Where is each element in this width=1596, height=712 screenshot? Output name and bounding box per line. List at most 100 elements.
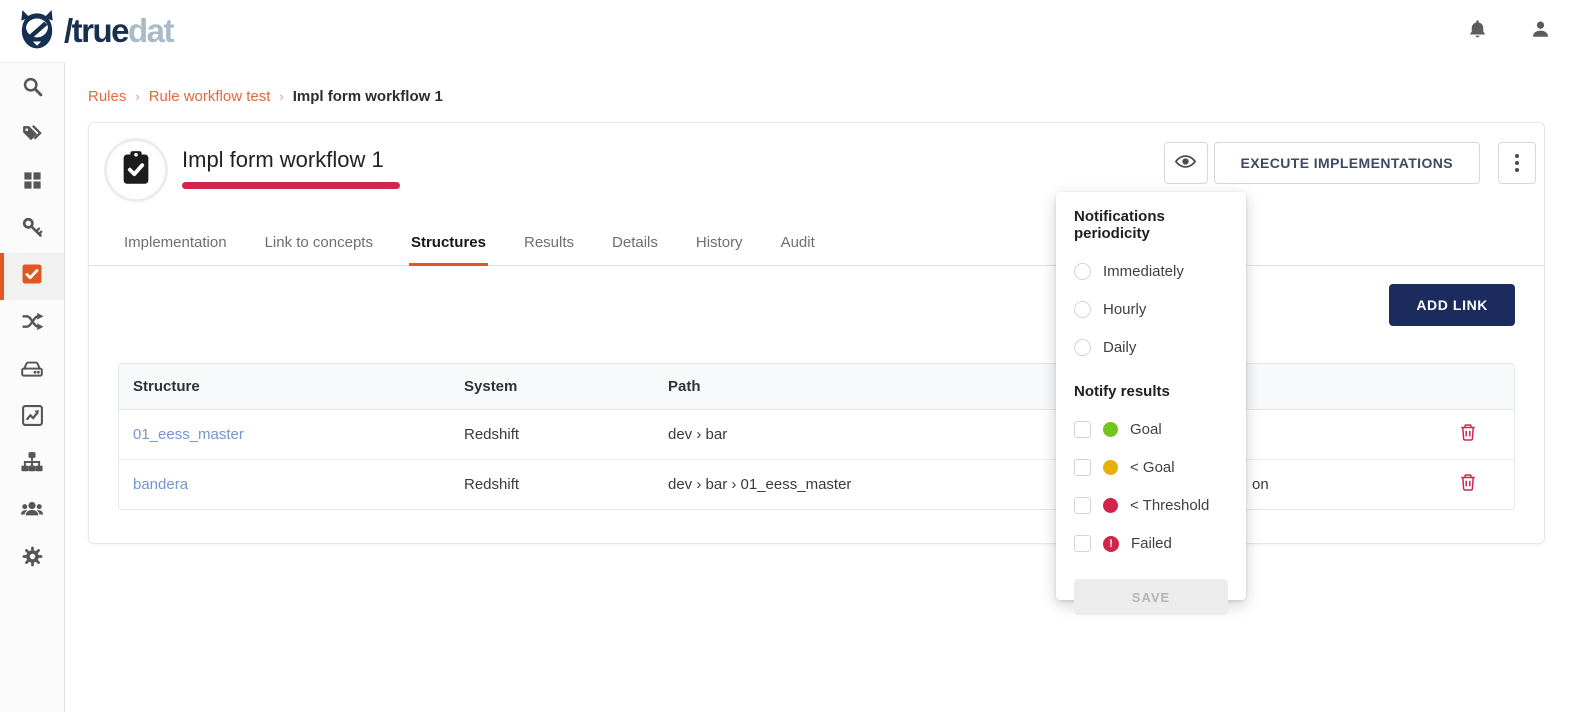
sidebar-item-settings[interactable] bbox=[0, 535, 64, 582]
add-link-button[interactable]: ADD LINK bbox=[1389, 284, 1515, 326]
periodicity-option-immediately[interactable]: Immediately bbox=[1074, 263, 1228, 280]
option-label: Hourly bbox=[1103, 301, 1146, 318]
radio-hourly[interactable] bbox=[1074, 301, 1091, 318]
system-cell: Redshift bbox=[450, 409, 654, 459]
sidebar-item-glossary[interactable] bbox=[0, 112, 64, 159]
chart-icon bbox=[21, 404, 44, 432]
green-dot-icon bbox=[1103, 422, 1118, 437]
status-underline bbox=[182, 182, 400, 189]
exclamation-circle-icon: ! bbox=[1103, 536, 1119, 552]
save-button[interactable]: SAVE bbox=[1074, 579, 1228, 615]
search-icon bbox=[21, 75, 44, 103]
top-bar-icons bbox=[1466, 18, 1568, 44]
sidebar-item-permissions[interactable] bbox=[0, 206, 64, 253]
grid-icon bbox=[22, 170, 43, 196]
users-icon bbox=[20, 497, 44, 526]
breadcrumb-current: Impl form workflow 1 bbox=[293, 88, 443, 105]
page-title: Impl form workflow 1 bbox=[182, 147, 400, 173]
more-options-button[interactable] bbox=[1498, 142, 1536, 184]
sidebar bbox=[0, 62, 65, 712]
main-content: Rules › Rule workflow test › Impl form w… bbox=[65, 62, 1596, 712]
radio-daily[interactable] bbox=[1074, 339, 1091, 356]
yellow-dot-icon bbox=[1103, 460, 1118, 475]
periodicity-option-hourly[interactable]: Hourly bbox=[1074, 301, 1228, 318]
preview-button[interactable] bbox=[1164, 142, 1208, 184]
sidebar-item-rules[interactable] bbox=[0, 253, 64, 300]
sidebar-item-taxonomy[interactable] bbox=[0, 441, 64, 488]
notify-option-failed[interactable]: ! Failed bbox=[1074, 535, 1228, 552]
breadcrumb-link-rules[interactable]: Rules bbox=[88, 88, 126, 105]
radio-immediately[interactable] bbox=[1074, 263, 1091, 280]
option-label: < Goal bbox=[1130, 459, 1175, 476]
tab-structures[interactable]: Structures bbox=[409, 226, 488, 266]
top-header: /truedat bbox=[0, 0, 1596, 62]
wordmark-secondary: dat bbox=[128, 12, 173, 49]
storage-icon bbox=[20, 356, 44, 385]
kebab-icon bbox=[1515, 154, 1519, 172]
checkbox-failed[interactable] bbox=[1074, 535, 1091, 552]
column-header-system: System bbox=[450, 364, 654, 409]
notify-results-title: Notify results bbox=[1074, 383, 1228, 400]
tab-history[interactable]: History bbox=[694, 226, 745, 266]
rules-check-icon bbox=[21, 263, 43, 290]
trash-icon bbox=[1459, 430, 1477, 445]
sidebar-item-structures[interactable] bbox=[0, 347, 64, 394]
extra-cell-fragment: on bbox=[1252, 476, 1269, 493]
truedat-logo[interactable]: /truedat bbox=[14, 6, 173, 57]
tab-link-to-concepts[interactable]: Link to concepts bbox=[263, 226, 375, 266]
structures-table: Structure System Path 01_eess_master Red… bbox=[118, 363, 1515, 510]
breadcrumb-separator: › bbox=[279, 89, 283, 104]
sitemap-icon bbox=[20, 450, 44, 479]
tab-details[interactable]: Details bbox=[610, 226, 660, 266]
notifications-bell-button[interactable] bbox=[1466, 18, 1489, 44]
trash-icon bbox=[1459, 480, 1477, 495]
column-header-structure: Structure bbox=[119, 364, 450, 409]
title-block: Impl form workflow 1 bbox=[182, 138, 400, 189]
owl-icon bbox=[14, 6, 60, 57]
system-cell: Redshift bbox=[450, 459, 654, 509]
breadcrumb-link-rule-workflow-test[interactable]: Rule workflow test bbox=[149, 88, 271, 105]
wordmark: /truedat bbox=[64, 12, 173, 50]
table-row: 01_eess_master Redshift dev › bar bbox=[119, 409, 1515, 459]
delete-link-button[interactable] bbox=[1457, 421, 1479, 447]
structure-link[interactable]: 01_eess_master bbox=[133, 426, 244, 443]
bell-icon bbox=[1466, 18, 1489, 44]
delete-link-button[interactable] bbox=[1457, 471, 1479, 497]
option-label: Goal bbox=[1130, 421, 1162, 438]
sidebar-item-dashboard[interactable] bbox=[0, 159, 64, 206]
column-header-actions bbox=[1419, 364, 1515, 409]
tab-results[interactable]: Results bbox=[522, 226, 576, 266]
execute-implementations-button[interactable]: EXECUTE IMPLEMENTATIONS bbox=[1214, 142, 1480, 184]
eye-icon bbox=[1174, 150, 1197, 176]
option-label: Immediately bbox=[1103, 263, 1184, 280]
notify-option-below-threshold[interactable]: < Threshold bbox=[1074, 497, 1228, 514]
structure-link[interactable]: bandera bbox=[133, 476, 188, 493]
option-label: Failed bbox=[1131, 535, 1172, 552]
user-menu-button[interactable] bbox=[1529, 18, 1552, 44]
tab-audit[interactable]: Audit bbox=[779, 226, 817, 266]
add-link-row: ADD LINK bbox=[89, 266, 1544, 326]
notify-option-below-goal[interactable]: < Goal bbox=[1074, 459, 1228, 476]
option-label: Daily bbox=[1103, 339, 1136, 356]
red-dot-icon bbox=[1103, 498, 1118, 513]
periodicity-option-daily[interactable]: Daily bbox=[1074, 339, 1228, 356]
header-actions: EXECUTE IMPLEMENTATIONS bbox=[1164, 142, 1536, 184]
sidebar-item-search[interactable] bbox=[0, 65, 64, 112]
tab-implementation[interactable]: Implementation bbox=[122, 226, 229, 266]
sidebar-item-quality-dashboard[interactable] bbox=[0, 394, 64, 441]
tags-icon bbox=[21, 122, 44, 150]
checkbox-below-threshold[interactable] bbox=[1074, 497, 1091, 514]
breadcrumb-separator: › bbox=[135, 89, 139, 104]
sidebar-item-users[interactable] bbox=[0, 488, 64, 535]
shuffle-icon bbox=[21, 310, 44, 338]
table-row: bandera Redshift dev › bar › 01_eess_mas… bbox=[119, 459, 1515, 509]
tab-bar: Implementation Link to concepts Structur… bbox=[89, 226, 1544, 266]
notify-option-goal[interactable]: Goal bbox=[1074, 421, 1228, 438]
sidebar-item-lineage[interactable] bbox=[0, 300, 64, 347]
breadcrumb: Rules › Rule workflow test › Impl form w… bbox=[88, 88, 1596, 105]
table-header-row: Structure System Path bbox=[119, 364, 1515, 409]
checkbox-goal[interactable] bbox=[1074, 421, 1091, 438]
settings-gear-icon bbox=[21, 545, 44, 573]
implementation-card: Impl form workflow 1 EXECUTE IMPLEMENTAT… bbox=[88, 122, 1545, 544]
checkbox-below-goal[interactable] bbox=[1074, 459, 1091, 476]
